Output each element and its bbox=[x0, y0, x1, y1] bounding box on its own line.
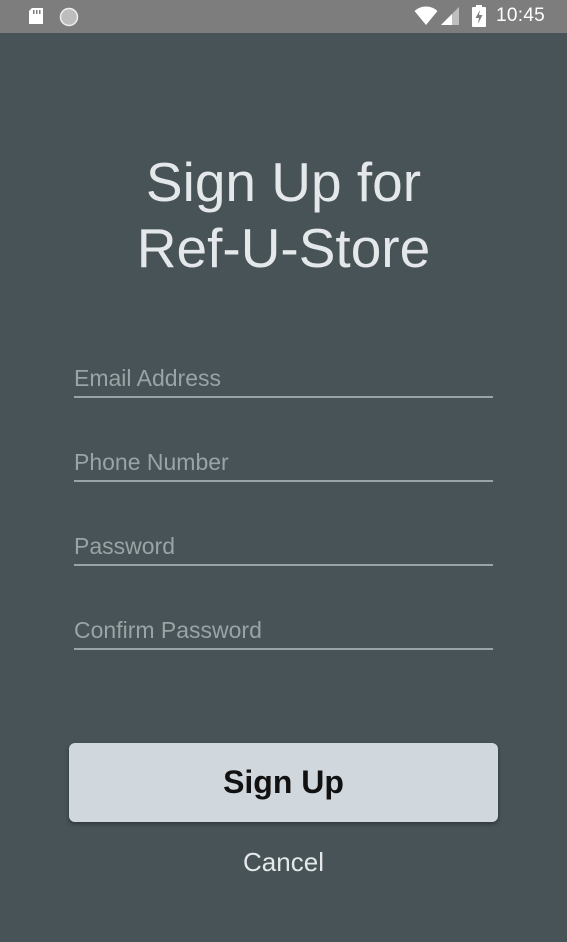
confirm-password-input[interactable] bbox=[74, 614, 493, 646]
confirm-password-field bbox=[74, 614, 493, 650]
email-input[interactable] bbox=[74, 362, 493, 394]
page-title-line-1: Sign Up for bbox=[145, 150, 422, 213]
phone-input[interactable] bbox=[74, 446, 493, 478]
page-title-line-2: Ref-U-Store bbox=[136, 216, 431, 279]
sign-up-button[interactable]: Sign Up bbox=[69, 743, 498, 822]
password-field bbox=[74, 530, 493, 566]
battery-charging-icon bbox=[472, 5, 486, 27]
sync-icon bbox=[59, 7, 79, 27]
page-title: Sign Up for Ref-U-Store bbox=[0, 149, 567, 281]
status-time: 10:45 bbox=[496, 5, 546, 26]
email-field bbox=[74, 362, 493, 398]
cell-signal-icon bbox=[441, 7, 459, 25]
phone-field bbox=[74, 446, 493, 482]
sd-card-icon bbox=[29, 8, 43, 24]
password-input[interactable] bbox=[74, 530, 493, 562]
wifi-icon bbox=[414, 6, 438, 25]
status-bar: 10:45 bbox=[0, 0, 567, 33]
cancel-button[interactable]: Cancel bbox=[200, 840, 367, 884]
